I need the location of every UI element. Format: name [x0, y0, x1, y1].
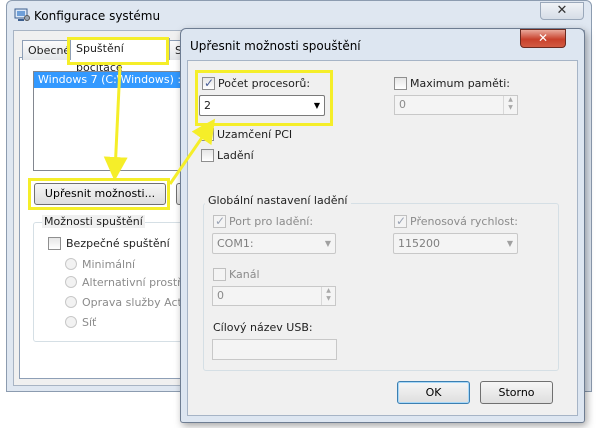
channel-value: 0 — [217, 289, 224, 302]
dialog-close-button[interactable]: ✕ — [520, 29, 566, 48]
dialog-title: Upřesnit možnosti spouštění — [190, 39, 361, 53]
pci-lock-label: Uzamčení PCI — [217, 128, 293, 141]
highlight-boot-tab — [67, 37, 169, 65]
minimal-radio[interactable] — [65, 258, 77, 270]
global-debug-legend: Globální nastavení ladění — [205, 194, 351, 207]
baud-rate-checkbox[interactable] — [394, 214, 407, 228]
boot-entry-item[interactable]: Windows 7 (C:\Windows) : Ak — [34, 72, 187, 88]
max-memory-label: Maximum paměti: — [410, 77, 510, 90]
alternate-shell-radio[interactable] — [65, 276, 77, 288]
spinner-arrows-icon[interactable]: ▲ ▼ — [321, 287, 335, 305]
max-memory-checkbox[interactable] — [394, 77, 407, 90]
debug-port-checkbox[interactable] — [213, 214, 226, 228]
pci-lock-checkbox[interactable] — [201, 128, 214, 141]
baud-rate-label: Přenosová rychlost: — [410, 215, 518, 228]
network-radio[interactable] — [65, 316, 77, 328]
ad-repair-label: Oprava služby Active — [82, 296, 182, 309]
cancel-button[interactable]: Storno — [480, 381, 553, 404]
chevron-down-icon: ▼ — [324, 239, 331, 248]
max-memory-value: 0 — [399, 98, 406, 111]
safe-boot-checkbox[interactable] — [48, 237, 61, 250]
highlight-advanced-button — [28, 178, 170, 210]
debug-port-value: COM1: — [217, 237, 254, 250]
ok-button[interactable]: OK — [397, 381, 470, 404]
usb-target-label: Cílový název USB: — [213, 321, 313, 334]
spinner-arrows-icon[interactable]: ▲ ▼ — [503, 96, 517, 114]
debug-port-label: Port pro ladění: — [229, 215, 314, 228]
ad-repair-radio[interactable] — [65, 296, 77, 308]
channel-checkbox[interactable] — [213, 268, 226, 281]
boot-options-legend: Možnosti spuštění — [42, 215, 145, 228]
usb-target-input[interactable] — [212, 339, 337, 360]
highlight-num-processors — [195, 70, 333, 126]
tab-general[interactable]: Obecné — [22, 40, 72, 60]
debug-label: Ladění — [217, 149, 254, 162]
window-close-button[interactable]: ✕ — [540, 2, 584, 20]
channel-label: Kanál — [229, 268, 260, 281]
window-title: Konfigurace systému — [34, 9, 161, 23]
chevron-down-icon: ▼ — [506, 239, 513, 248]
alternate-shell-label: Alternativní prostřed — [82, 276, 182, 289]
minimal-label: Minimální — [82, 258, 136, 271]
baud-rate-combo[interactable]: 115200 ▼ — [393, 233, 518, 254]
channel-spinner[interactable]: 0 ▲ ▼ — [212, 286, 336, 306]
system-config-icon — [14, 8, 30, 21]
debug-port-combo[interactable]: COM1: ▼ — [212, 233, 336, 254]
safe-boot-label: Bezpečné spuštění — [66, 237, 170, 250]
max-memory-spinner[interactable]: 0 ▲ ▼ — [394, 95, 518, 115]
baud-rate-value: 115200 — [398, 237, 440, 250]
debug-checkbox[interactable] — [201, 149, 214, 162]
network-label: Síť — [82, 316, 97, 329]
